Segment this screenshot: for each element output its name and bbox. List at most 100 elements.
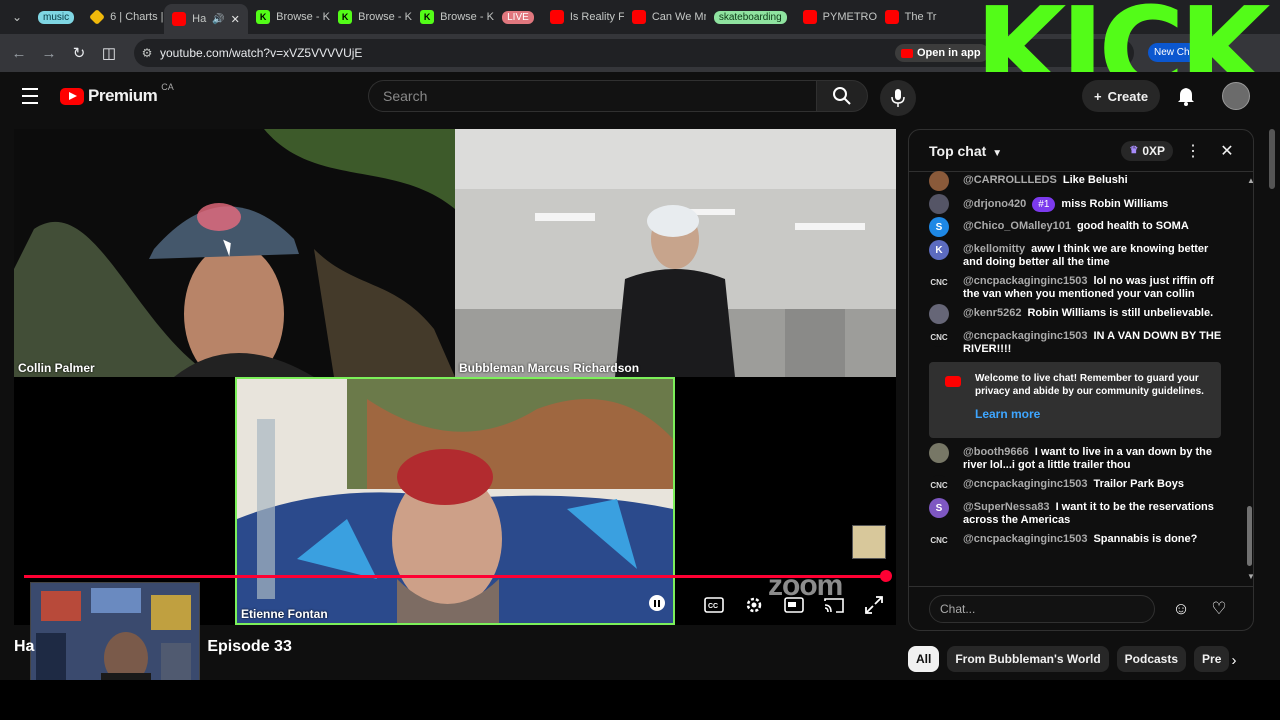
chat-message[interactable]: @booth9666 I want to live in a van down b… [929,443,1245,472]
chat-avatar[interactable] [929,443,949,463]
close-tab-icon[interactable]: ✕ [231,13,240,26]
channel-watermark-logo[interactable] [852,525,886,559]
back-arrow-icon[interactable]: ← [4,38,34,68]
learn-more-link[interactable]: Learn more [975,408,1209,421]
video-frame-marcus [455,129,896,377]
scroll-down-icon[interactable]: ▼ [1247,572,1253,581]
chat-author[interactable]: @SuperNessa83 [963,501,1050,513]
progress-bar[interactable] [24,575,886,578]
browser-tab[interactable]: The Tr [877,4,959,30]
chat-author[interactable]: @kenr5262 [963,307,1021,319]
miniplayer-icon[interactable] [780,591,808,619]
chat-message[interactable]: CNC @cncpackaginginc1503 IN A VAN DOWN BY … [929,327,1245,356]
video-frame-etienne [237,379,673,623]
chat-avatar[interactable]: S [929,498,949,518]
browser-tab[interactable]: 6 | Charts | [82,4,164,30]
chat-message[interactable]: @CARROLLLEDS Like Belushi [929,171,1245,191]
chat-message[interactable]: K @kellomitty aww I think we are knowing b… [929,240,1245,269]
chat-author[interactable]: @cncpackaginginc1503 [963,533,1087,545]
account-avatar[interactable] [1222,82,1250,110]
browser-tab[interactable]: K Browse - K [330,4,412,30]
filter-chip[interactable]: All [908,646,940,672]
chat-author[interactable]: @booth9666 [963,446,1029,458]
chat-avatar[interactable] [929,171,949,191]
rank-badge: #1 [1032,197,1056,212]
video-player[interactable]: Collin Palmer Bubbleman Marcus Richardso… [14,129,896,625]
chat-message[interactable]: @drjono420 #1 miss Robin Williams [929,194,1245,214]
welcome-notice: Welcome to live chat! Remember to guard … [929,362,1221,438]
voice-search-button[interactable] [880,80,916,116]
chat-text: miss Robin Williams [1061,198,1169,210]
pause-icon[interactable] [649,595,665,611]
chat-avatar[interactable]: K [929,240,949,260]
chat-author[interactable]: @kellomitty [963,243,1025,255]
heart-icon[interactable]: ♡ [1207,597,1231,621]
page-scroll-thumb[interactable] [1269,129,1275,189]
scroll-up-icon[interactable]: ▲ [1247,176,1253,185]
browser-tab[interactable]: K Browse - K [248,4,330,30]
browser-tab[interactable]: skateboarding [706,4,795,30]
close-icon[interactable]: ✕ [1213,137,1241,165]
youtube-play-icon [60,87,84,105]
reload-icon[interactable]: ↻ [64,38,94,68]
chat-author[interactable]: @cncpackaginginc1503 [963,275,1087,287]
chat-author[interactable]: @CARROLLLEDS [963,174,1057,186]
settings-gear-icon[interactable] [740,591,768,619]
chevron-right-icon[interactable]: › [1222,648,1246,672]
chat-message[interactable]: S @Chico_OMalley101 good health to SOMA [929,217,1245,237]
tab-search-chevron-icon[interactable]: ⌄ [4,4,30,30]
chat-message[interactable]: @kenr5262 Robin Williams is still unbelie… [929,304,1245,324]
chat-author[interactable]: @Chico_OMalley101 [963,220,1071,232]
chat-author[interactable]: @drjono420 [963,198,1026,210]
chat-avatar[interactable]: S [929,217,949,237]
search-button[interactable] [816,80,868,112]
cast-icon[interactable] [820,591,848,619]
chat-mode-dropdown[interactable]: Top chat ▼ [929,143,1002,159]
plus-icon: + [1094,88,1102,104]
chat-message[interactable]: CNC @cncpackaginginc1503 Spannabis is done… [929,530,1245,550]
split-view-icon[interactable]: ◫ [94,38,124,68]
notifications-bell-icon[interactable] [1174,84,1198,108]
browser-tab[interactable]: PYMETROZ [795,4,877,30]
chat-avatar[interactable]: CNC [929,327,949,347]
chat-avatar[interactable] [929,194,949,214]
xp-badge[interactable]: ♛ 0XP [1121,140,1173,161]
menu-icon[interactable] [18,85,42,107]
progress-scrubber[interactable] [880,570,892,582]
speaker-icon[interactable]: 🔊 [212,14,224,25]
forward-arrow-icon[interactable]: → [34,38,64,68]
create-button[interactable]: + Create [1082,80,1161,112]
browser-tab[interactable]: Ha 🔊 ✕ [164,4,249,34]
browser-tab[interactable]: music [30,4,82,30]
chat-message[interactable]: CNC @cncpackaginginc1503 lol no was just r… [929,272,1245,301]
chat-input[interactable]: Chat... [929,594,1155,623]
chat-message[interactable]: S @SuperNessa83 I want it to be the reserv… [929,498,1245,527]
page-scrollbar[interactable] [1268,129,1276,679]
fullscreen-icon[interactable] [860,591,888,619]
captions-icon[interactable]: CC [700,591,728,619]
filter-chip[interactable]: Podcasts [1116,646,1187,672]
search-icon [833,87,851,105]
chat-avatar[interactable]: CNC [929,530,949,550]
chat-avatar[interactable]: CNC [929,475,949,495]
filter-chip[interactable]: From Bubbleman's World [947,646,1109,672]
chat-scroll-thumb[interactable] [1247,506,1252,566]
browser-tab[interactable]: K Browse - K [412,4,494,30]
search-input[interactable] [383,88,816,104]
chat-author[interactable]: @cncpackaginginc1503 [963,478,1087,490]
youtube-logo[interactable]: Premium CA [60,82,174,106]
site-info-icon[interactable]: ⚙ [134,46,160,60]
tab-title: The Tr [904,11,937,23]
browser-tab[interactable]: Is Reality F [542,4,624,30]
chat-avatar[interactable]: CNC [929,272,949,292]
chat-message[interactable]: CNC @cncpackaginginc1503 Trailor Park Boys [929,475,1245,495]
browser-tab[interactable]: Can We Mr [624,4,706,30]
chat-author[interactable]: @cncpackaginginc1503 [963,330,1087,342]
more-options-icon[interactable]: ⋮ [1179,137,1207,165]
browser-tab[interactable]: LIVE [494,4,542,30]
chat-scrollbar[interactable]: ▲ ▼ [1247,176,1253,584]
chat-avatar[interactable] [929,304,949,324]
emoji-icon[interactable]: ☺ [1169,597,1193,621]
chat-text: Like Belushi [1062,174,1128,186]
tab-title: Ha [192,13,207,25]
